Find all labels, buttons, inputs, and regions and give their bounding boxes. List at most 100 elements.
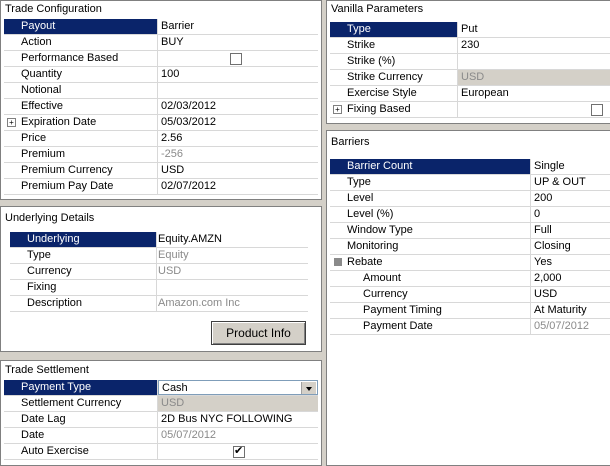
strike-row[interactable]: Strike 230 <box>330 38 610 54</box>
rebate-row[interactable]: Rebate Yes <box>330 255 610 271</box>
underlying-value[interactable]: Equity.AMZN <box>157 232 308 247</box>
level-row[interactable]: Level 200 <box>330 191 610 207</box>
monitoring-row[interactable]: Monitoring Closing <box>330 239 610 255</box>
fixing-based-label: Fixing Based <box>347 103 411 115</box>
underlying-label: Underlying <box>10 232 157 247</box>
payout-row[interactable]: Payout Barrier <box>4 19 318 35</box>
payment-timing-row[interactable]: Payment Timing At Maturity <box>330 303 610 319</box>
strike-currency-label: Strike Currency <box>330 70 458 85</box>
quantity-value[interactable]: 100 <box>158 67 318 82</box>
notional-row[interactable]: Notional <box>4 83 318 99</box>
level-label: Level <box>330 191 531 206</box>
vanilla-type-row[interactable]: Type Put <box>330 22 610 38</box>
strike-label: Strike <box>330 38 458 53</box>
fixing-row[interactable]: Fixing <box>10 280 308 296</box>
trade-configuration-grid: Payout Barrier Action BUY Performance Ba… <box>4 19 318 199</box>
window-type-value[interactable]: Full <box>531 223 610 238</box>
performance-based-label: Performance Based <box>4 51 158 66</box>
rebate-currency-value[interactable]: USD <box>531 287 610 302</box>
auto-exercise-label: Auto Exercise <box>4 444 158 459</box>
description-label: Description <box>10 296 157 311</box>
payment-type-value: Cash <box>162 382 188 394</box>
rebate-amount-row[interactable]: Amount 2,000 <box>330 271 610 287</box>
expand-plus-icon[interactable]: + <box>333 105 342 114</box>
exercise-style-row[interactable]: Exercise Style European <box>330 86 610 102</box>
window-type-row[interactable]: Window Type Full <box>330 223 610 239</box>
chevron-down-icon[interactable] <box>301 382 316 394</box>
date-lag-row[interactable]: Date Lag 2D Bus NYC FOLLOWING <box>4 412 318 428</box>
vanilla-type-value[interactable]: Put <box>458 22 610 37</box>
rebate-amount-value[interactable]: 2,000 <box>531 271 610 286</box>
auto-exercise-checkbox[interactable] <box>233 444 245 459</box>
payment-type-row[interactable]: Payment Type Cash <box>4 380 318 396</box>
premium-currency-row[interactable]: Premium Currency USD <box>4 163 318 179</box>
monitoring-value[interactable]: Closing <box>531 239 610 254</box>
payment-type-select[interactable]: Cash <box>158 380 318 395</box>
price-label: Price <box>4 131 158 146</box>
action-row[interactable]: Action BUY <box>4 35 318 51</box>
window-type-label: Window Type <box>330 223 531 238</box>
strike-percent-label: Strike (%) <box>330 54 458 69</box>
notional-value[interactable] <box>158 83 318 98</box>
barrier-count-row[interactable]: Barrier Count Single <box>330 159 610 175</box>
expand-plus-icon[interactable]: + <box>7 118 16 127</box>
exercise-style-value[interactable]: European <box>458 86 610 101</box>
premium-pay-date-label: Premium Pay Date <box>4 179 158 194</box>
description-row: Description Amazon.com Inc <box>10 296 308 312</box>
barrier-type-value[interactable]: UP & OUT <box>531 175 610 190</box>
barrier-type-row[interactable]: Type UP & OUT <box>330 175 610 191</box>
strike-percent-row[interactable]: Strike (%) <box>330 54 610 70</box>
exercise-style-label: Exercise Style <box>330 86 458 101</box>
price-row[interactable]: Price 2.56 <box>4 131 318 147</box>
payout-value[interactable]: Barrier <box>158 19 318 34</box>
settlement-date-label: Date <box>4 428 158 443</box>
expiration-date-row[interactable]: + Expiration Date 05/03/2012 <box>4 115 318 131</box>
settlement-currency-value: USD <box>158 396 318 411</box>
level-value[interactable]: 200 <box>531 191 610 206</box>
rebate-label-cell: Rebate <box>330 255 531 270</box>
rebate-currency-row[interactable]: Currency USD <box>330 287 610 303</box>
quantity-row[interactable]: Quantity 100 <box>4 67 318 83</box>
level-percent-value[interactable]: 0 <box>531 207 610 222</box>
rebate-payment-date-value: 05/07/2012 <box>534 320 590 332</box>
payment-timing-label: Payment Timing <box>330 303 531 318</box>
premium-label: Premium <box>4 147 158 162</box>
premium-row: Premium -256 <box>4 147 318 163</box>
trade-settlement-panel: Trade Settlement Payment Type Cash Settl… <box>0 360 322 466</box>
effective-row[interactable]: Effective 02/03/2012 <box>4 99 318 115</box>
premium-currency-value[interactable]: USD <box>158 163 318 178</box>
date-lag-value[interactable]: 2D Bus NYC FOLLOWING <box>158 412 318 427</box>
rebate-payment-date-label: Payment Date <box>330 319 531 334</box>
price-value[interactable]: 2.56 <box>158 131 318 146</box>
effective-value[interactable]: 02/03/2012 <box>158 99 318 114</box>
premium-pay-date-value[interactable]: 02/07/2012 <box>158 179 318 194</box>
fixing-based-row[interactable]: + Fixing Based <box>330 102 610 118</box>
payment-timing-value[interactable]: At Maturity <box>531 303 610 318</box>
strike-value[interactable]: 230 <box>458 38 610 53</box>
barrier-count-value[interactable]: Single <box>531 159 610 174</box>
premium-value: -256 <box>161 148 184 160</box>
performance-based-value[interactable] <box>158 51 318 66</box>
action-value[interactable]: BUY <box>158 35 318 50</box>
fixing-based-value[interactable] <box>458 102 610 117</box>
product-info-button[interactable]: Product Info <box>211 321 306 345</box>
performance-based-checkbox[interactable] <box>230 53 242 65</box>
underlying-details-title: Underlying Details <box>5 212 95 224</box>
expiration-date-value[interactable]: 05/03/2012 <box>158 115 318 130</box>
underlying-row[interactable]: Underlying Equity.AMZN <box>10 232 308 248</box>
auto-exercise-row[interactable]: Auto Exercise <box>4 444 318 460</box>
fixing-based-checkbox[interactable] <box>591 104 603 116</box>
barrier-count-label: Barrier Count <box>330 159 531 174</box>
fixing-value[interactable] <box>157 280 308 295</box>
underlying-details-panel: Underlying Details Underlying Equity.AMZ… <box>0 206 322 352</box>
strike-currency-row: Strike Currency USD <box>330 70 610 86</box>
collapse-minus-icon[interactable] <box>334 258 342 266</box>
level-percent-row[interactable]: Level (%) 0 <box>330 207 610 223</box>
premium-pay-date-row[interactable]: Premium Pay Date 02/07/2012 <box>4 179 318 195</box>
rebate-value[interactable]: Yes <box>531 255 610 270</box>
underlying-type-label: Type <box>10 248 157 263</box>
auto-exercise-value[interactable] <box>158 444 318 459</box>
strike-percent-value[interactable] <box>458 54 610 69</box>
premium-currency-label: Premium Currency <box>4 163 158 178</box>
performance-based-row[interactable]: Performance Based <box>4 51 318 67</box>
